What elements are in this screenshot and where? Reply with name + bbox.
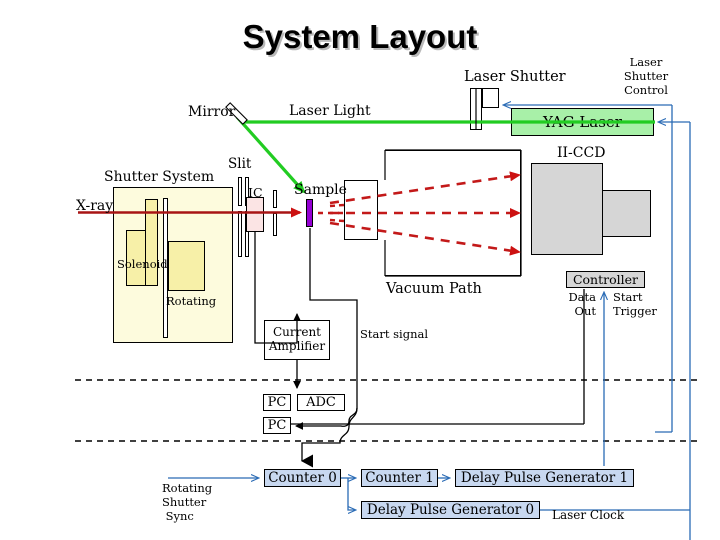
sample-label: Sample <box>294 182 347 198</box>
xray-label: X-ray <box>76 198 114 214</box>
diagram-canvas: System Layout YAG Laser Controller Curre… <box>0 0 720 540</box>
laser-shutter-label: Laser Shutter <box>464 69 566 85</box>
data-out-label: Data Out <box>568 290 596 318</box>
ii-ccd-label: II-CCD <box>557 145 606 161</box>
laser-light-label: Laser Light <box>289 103 371 119</box>
rotating-shutter-sync-label: Rotating Shutter Sync <box>162 481 213 524</box>
solenoid-label: Solenoid <box>117 257 168 271</box>
start-trigger-label: Start Trigger <box>613 290 657 318</box>
slit-label: Slit <box>228 156 252 172</box>
rotating-label: Rotating <box>166 294 217 308</box>
diffraction-fan <box>329 171 521 256</box>
ic-label: IC <box>248 185 263 200</box>
vacuum-path-label: Vacuum Path <box>386 281 482 297</box>
signal-wires <box>254 228 585 468</box>
section-divider <box>75 379 700 442</box>
wiring-overlay <box>75 88 700 540</box>
vacuum-path-outline <box>384 149 522 277</box>
mirror-label: Mirror <box>188 104 236 120</box>
start-signal-label: Start signal <box>360 327 429 341</box>
shutter-system-label: Shutter System <box>104 169 215 185</box>
laser-beam-to-sample <box>235 115 306 194</box>
laser-shutter-control-label: Laser Shutter Control <box>623 55 669 98</box>
laser-clock-label: Laser Clock <box>552 508 625 522</box>
